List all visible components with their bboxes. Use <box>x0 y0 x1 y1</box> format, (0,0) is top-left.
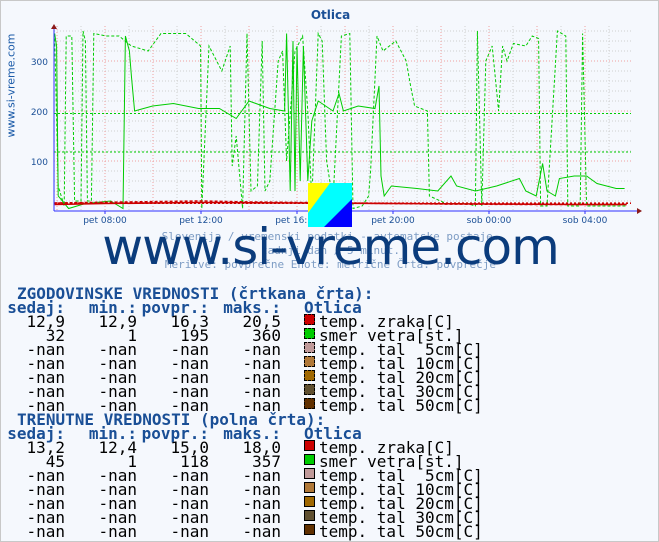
historical-heading: ZGODOVINSKE VREDNOSTI (črtkana črta): <box>17 284 374 303</box>
current-table-row: -nan -nan -nan -nan temp. tal 30cm[C] <box>1 508 658 527</box>
current-table-row: -nan -nan -nan -nan temp. tal 50cm[C] <box>1 522 658 541</box>
historical-table-row: -nan -nan -nan -nan temp. tal 30cm[C] <box>1 382 658 401</box>
current-cell: -nan <box>26 522 65 541</box>
legend-swatch-icon <box>304 342 315 353</box>
legend-swatch-icon <box>304 328 315 339</box>
legend-swatch-icon <box>304 356 315 367</box>
legend-swatch-icon <box>304 496 315 507</box>
chart-title: Otlica <box>310 8 351 22</box>
legend-swatch-icon <box>304 510 315 521</box>
historical-table-row: -nan -nan -nan -nan temp. tal 20cm[C] <box>1 368 658 387</box>
current-heading: TRENUTNE VREDNOSTI (polna črta): <box>17 410 326 429</box>
historical-table-row: -nan -nan -nan -nan temp. tal 50cm[C] <box>1 396 658 415</box>
historical-table-row: 32 1 195 360 smer vetra[st.] <box>1 326 658 345</box>
current-cell: -nan <box>242 522 281 541</box>
legend-swatch-icon <box>304 440 315 451</box>
y-tick-label: 300 <box>31 58 48 68</box>
current-cell: -nan <box>98 522 137 541</box>
y-tick-label: 100 <box>31 158 48 168</box>
chart-plot: 100200300pet 08:00 pet 12:00 pet 16:00 pet … <box>31 24 642 226</box>
current-legend-label: temp. tal 50cm[C] <box>319 522 483 541</box>
current-table-row: 45 1 118 357 smer vetra[st.] <box>1 452 658 471</box>
legend-swatch-icon <box>304 370 315 381</box>
y-tick-label: 200 <box>31 108 48 118</box>
x-axis-arrow-icon <box>637 208 642 214</box>
y-axis-arrow-icon <box>51 24 57 29</box>
current-table-row: 13,2 12,4 15,0 18,0 temp. zraka[C] <box>1 438 658 457</box>
legend-swatch-icon <box>304 482 315 493</box>
watermark: www.si-vreme.com <box>102 218 560 276</box>
historical-legend-label: temp. tal 50cm[C] <box>319 396 483 415</box>
historical-table-row: -nan -nan -nan -nan temp. tal 10cm[C] <box>1 354 658 373</box>
current-table-row: -nan -nan -nan -nan temp. tal 10cm[C] <box>1 480 658 499</box>
historical-table-row: 12,9 12,9 16,3 20,5 temp. zraka[C] <box>1 312 658 331</box>
legend-swatch-icon <box>304 314 315 325</box>
historical-table-row: -nan -nan -nan -nan temp. tal 5cm[C] <box>1 340 658 359</box>
series-line-dashed <box>54 30 627 210</box>
historical-header-row: sedaj: min.: povpr.: maks.: Otlica <box>1 298 658 317</box>
legend-swatch-icon <box>304 468 315 479</box>
side-site-label: www.si-vreme.com <box>4 33 18 138</box>
legend-swatch-icon <box>304 384 315 395</box>
current-cell: -nan <box>170 522 209 541</box>
current-header-row: sedaj: min.: povpr.: maks.: Otlica <box>1 424 658 443</box>
current-table-row: -nan -nan -nan -nan temp. tal 5cm[C] <box>1 466 658 485</box>
legend-swatch-icon <box>304 524 315 535</box>
current-table-row: -nan -nan -nan -nan temp. tal 20cm[C] <box>1 494 658 513</box>
chart-frame: 100 200 300 pet 08:00 pet 12:00 pet 16:00 pet … <box>0 0 659 542</box>
legend-swatch-icon <box>304 454 315 465</box>
legend-swatch-icon <box>304 398 315 409</box>
